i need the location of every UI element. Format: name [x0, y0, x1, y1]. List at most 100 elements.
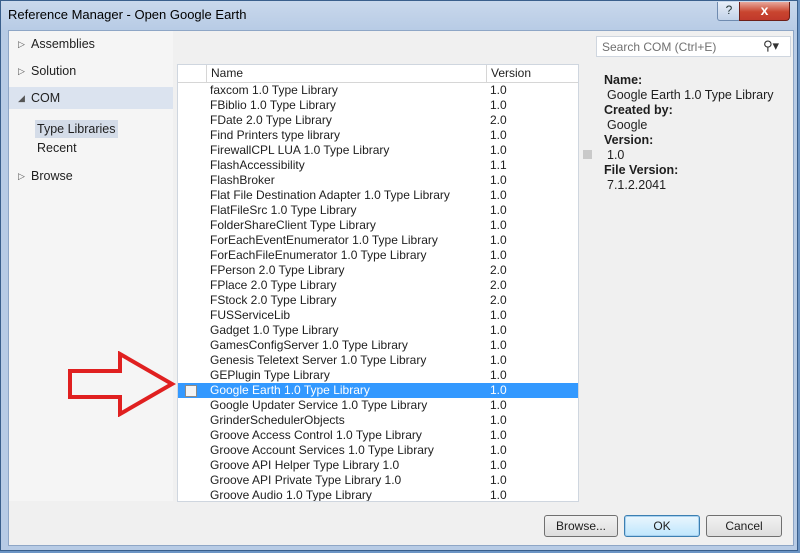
dialog-client-area: ▷ Assemblies ▷ Solution ◢ COM Type Libra… — [8, 30, 794, 546]
nav-item-label: Browse — [31, 169, 73, 183]
table-row[interactable]: GamesConfigServer 1.0 Type Library 1.0 — [178, 338, 578, 353]
detail-file-version-value: 7.1.2.2041 — [607, 178, 667, 192]
row-name: Gadget 1.0 Type Library — [210, 323, 339, 337]
row-name: FlashAccessibility — [210, 158, 305, 172]
list-scrollbar[interactable] — [579, 64, 596, 502]
nav-subitem-type-libraries[interactable]: Type Libraries — [35, 120, 118, 138]
table-row[interactable]: Google Updater Service 1.0 Type Library 1… — [178, 398, 578, 413]
nav-item-assemblies[interactable]: ▷ Assemblies — [9, 33, 173, 55]
table-row[interactable]: FStock 2.0 Type Library 2.0 — [178, 293, 578, 308]
row-name: FDate 2.0 Type Library — [210, 113, 332, 127]
row-name: Groove API Helper Type Library 1.0 — [210, 458, 400, 472]
table-row[interactable]: FBiblio 1.0 Type Library 1.0 — [178, 98, 578, 113]
row-version: 1.0 — [490, 143, 507, 157]
row-name: Google Earth 1.0 Type Library — [210, 383, 370, 397]
column-header-name[interactable]: Name — [206, 65, 491, 82]
row-version: 1.0 — [490, 83, 507, 97]
row-version: 1.0 — [490, 98, 507, 112]
cancel-button[interactable]: Cancel — [706, 515, 782, 537]
type-library-list[interactable]: Name Version faxcom 1.0 Type Library 1.0 F… — [177, 64, 579, 502]
table-row-selected[interactable]: Google Earth 1.0 Type Library 1.0 — [178, 383, 578, 398]
table-row[interactable]: Groove Audio 1.0 Type Library 1.0 — [178, 488, 578, 502]
nav-item-label: Assemblies — [31, 37, 95, 51]
row-version: 2.0 — [490, 293, 507, 307]
table-row[interactable]: Groove Access Control 1.0 Type Library 1.… — [178, 428, 578, 443]
row-version: 1.0 — [490, 248, 507, 262]
table-row[interactable]: Groove API Helper Type Library 1.0 1.0 — [178, 458, 578, 473]
table-row[interactable]: Groove Account Services 1.0 Type Library… — [178, 443, 578, 458]
table-row[interactable]: Genesis Teletext Server 1.0 Type Library… — [178, 353, 578, 368]
help-button[interactable]: ? — [717, 2, 741, 21]
search-input[interactable]: Search COM (Ctrl+E) ⚲▾ — [596, 36, 791, 57]
table-row[interactable]: FolderShareClient Type Library 1.0 — [178, 218, 578, 233]
close-button[interactable]: x — [739, 2, 790, 21]
column-header-version[interactable]: Version — [486, 65, 578, 82]
row-version: 1.0 — [490, 488, 507, 502]
row-version: 1.0 — [490, 458, 507, 472]
annotation-arrow-icon — [68, 351, 176, 417]
row-name: Flat File Destination Adapter 1.0 Type L… — [210, 188, 450, 202]
table-row[interactable]: FlashBroker 1.0 — [178, 173, 578, 188]
search-placeholder: Search COM (Ctrl+E) — [602, 40, 717, 54]
table-row[interactable]: Gadget 1.0 Type Library 1.0 — [178, 323, 578, 338]
scrollbar-thumb[interactable] — [583, 150, 592, 159]
nav-item-solution[interactable]: ▷ Solution — [9, 60, 173, 82]
nav-item-browse[interactable]: ▷ Browse — [9, 165, 173, 187]
table-row[interactable]: FDate 2.0 Type Library 2.0 — [178, 113, 578, 128]
row-checkbox[interactable] — [185, 385, 197, 397]
row-name: Google Updater Service 1.0 Type Library — [210, 398, 428, 412]
row-name: Groove API Private Type Library 1.0 — [210, 473, 402, 487]
table-row[interactable]: ForEachFileEnumerator 1.0 Type Library 1.… — [178, 248, 578, 263]
row-name: Genesis Teletext Server 1.0 Type Library — [210, 353, 427, 367]
row-name: FPlace 2.0 Type Library — [210, 278, 337, 292]
nav-subitem-recent[interactable]: Recent — [35, 139, 79, 157]
table-row[interactable]: Flat File Destination Adapter 1.0 Type L… — [178, 188, 578, 203]
category-nav: ▷ Assemblies ▷ Solution ◢ COM Type Libra… — [9, 31, 173, 501]
title-bar[interactable]: Reference Manager - Open Google Earth ? … — [1, 1, 799, 30]
row-version: 1.0 — [490, 338, 507, 352]
expand-arrow-icon: ▷ — [18, 66, 25, 76]
detail-created-label: Created by: — [604, 103, 673, 117]
ok-button[interactable]: OK — [624, 515, 700, 537]
row-name: FlatFileSrc 1.0 Type Library — [210, 203, 357, 217]
help-icon: ? — [725, 3, 733, 17]
table-row[interactable]: FPerson 2.0 Type Library 2.0 — [178, 263, 578, 278]
table-row[interactable]: FlashAccessibility 1.1 — [178, 158, 578, 173]
table-row[interactable]: GEPlugin Type Library 1.0 — [178, 368, 578, 383]
table-row[interactable]: faxcom 1.0 Type Library 1.0 — [178, 83, 578, 98]
table-row[interactable]: GrinderSchedulerObjects 1.0 — [178, 413, 578, 428]
row-version: 2.0 — [490, 263, 507, 277]
row-version: 1.0 — [490, 173, 507, 187]
table-row[interactable]: FPlace 2.0 Type Library 2.0 — [178, 278, 578, 293]
row-version: 1.1 — [490, 158, 507, 172]
row-name: Groove Audio 1.0 Type Library — [210, 488, 372, 502]
row-name: FPerson 2.0 Type Library — [210, 263, 345, 277]
row-name: GEPlugin Type Library — [210, 368, 330, 382]
window-title: Reference Manager - Open Google Earth — [8, 7, 247, 22]
row-version: 1.0 — [490, 308, 507, 322]
table-row[interactable]: Groove API Private Type Library 1.0 1.0 — [178, 473, 578, 488]
table-row[interactable]: FUSServiceLib 1.0 — [178, 308, 578, 323]
browse-button[interactable]: Browse... — [544, 515, 618, 537]
table-row[interactable]: FirewallCPL LUA 1.0 Type Library 1.0 — [178, 143, 578, 158]
row-name: faxcom 1.0 Type Library — [210, 83, 338, 97]
nav-item-label: COM — [31, 91, 61, 105]
table-row[interactable]: FlatFileSrc 1.0 Type Library 1.0 — [178, 203, 578, 218]
detail-name-label: Name: — [604, 73, 643, 87]
table-row[interactable]: ForEachEventEnumerator 1.0 Type Library 1… — [178, 233, 578, 248]
row-version: 1.0 — [490, 188, 507, 202]
row-version: 1.0 — [490, 398, 507, 412]
nav-item-com[interactable]: ◢ COM — [9, 87, 173, 109]
row-version: 1.0 — [490, 473, 507, 487]
list-header: Name Version — [178, 65, 578, 83]
row-version: 2.0 — [490, 113, 507, 127]
close-icon: x — [760, 2, 769, 18]
table-row[interactable]: Find Printers type library 1.0 — [178, 128, 578, 143]
detail-version-label: Version: — [604, 133, 654, 147]
row-version: 1.0 — [490, 443, 507, 457]
row-name: GamesConfigServer 1.0 Type Library — [210, 338, 408, 352]
row-version: 1.0 — [490, 353, 507, 367]
search-icon[interactable]: ⚲▾ — [763, 38, 779, 54]
row-name: Groove Access Control 1.0 Type Library — [210, 428, 422, 442]
row-version: 1.0 — [490, 233, 507, 247]
